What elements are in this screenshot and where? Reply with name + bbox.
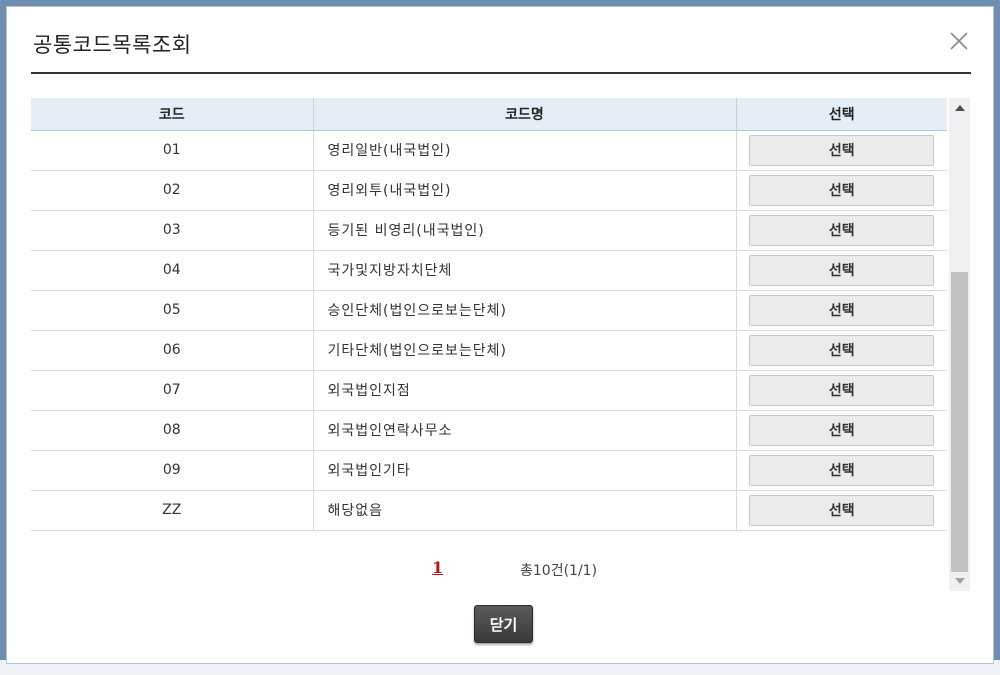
table-row: ZZ 해당없음 선택 <box>31 490 947 531</box>
table-row: 08 외국법인연락사무소 선택 <box>31 410 947 451</box>
column-header-select: 선택 <box>736 98 947 131</box>
cell-code: 08 <box>31 410 314 451</box>
cell-select: 선택 <box>736 170 947 211</box>
select-button[interactable]: 선택 <box>749 294 935 326</box>
select-button[interactable]: 선택 <box>749 254 935 286</box>
column-header-code-name: 코드명 <box>313 98 737 131</box>
scrollbar-thumb[interactable] <box>951 272 968 572</box>
cell-code: 06 <box>31 330 314 371</box>
cell-code: 02 <box>31 170 314 211</box>
cell-code-name: 외국법인지점 <box>313 370 737 411</box>
dialog-header: 공통코드목록조회 <box>31 7 971 74</box>
column-header-code: 코드 <box>31 98 314 131</box>
select-button[interactable]: 선택 <box>749 134 935 166</box>
close-icon[interactable] <box>947 29 971 53</box>
select-button[interactable]: 선택 <box>749 214 935 246</box>
cell-select: 선택 <box>736 130 947 171</box>
cell-select: 선택 <box>736 330 947 371</box>
cell-code: 04 <box>31 250 314 291</box>
cell-code-name: 영리일반(내국법인) <box>313 130 737 171</box>
select-button[interactable]: 선택 <box>749 454 935 486</box>
code-lookup-dialog: 공통코드목록조회 코드 코드명 선택 01 영리일반(내국법인) 선택 02 영리 <box>6 6 994 664</box>
table-row: 05 승인단체(법인으로보는단체) 선택 <box>31 290 947 331</box>
dialog-title: 공통코드목록조회 <box>33 33 192 57</box>
code-list-scroll-area: 코드 코드명 선택 01 영리일반(내국법인) 선택 02 영리외투(내국법인) 선택 03… <box>31 98 970 591</box>
cell-code-name: 외국법인연락사무소 <box>313 410 737 451</box>
cell-select: 선택 <box>736 250 947 291</box>
cell-code-name: 승인단체(법인으로보는단체) <box>313 290 737 331</box>
cell-code: 03 <box>31 210 314 251</box>
select-button[interactable]: 선택 <box>749 334 935 366</box>
select-button[interactable]: 선택 <box>749 374 935 406</box>
table-row: 01 영리일반(내국법인) 선택 <box>31 130 947 171</box>
cell-code-name: 기타단체(법인으로보는단체) <box>313 330 737 371</box>
select-button[interactable]: 선택 <box>749 174 935 206</box>
close-button[interactable]: 닫기 <box>474 605 533 643</box>
cell-select: 선택 <box>736 210 947 251</box>
table-row: 04 국가및지방자치단체 선택 <box>31 250 947 291</box>
cell-code: 01 <box>31 130 314 171</box>
total-count-text: 총10건(1/1) <box>520 563 598 579</box>
cell-code-name: 해당없음 <box>313 490 737 531</box>
table-row: 03 등기된 비영리(내국법인) 선택 <box>31 210 947 251</box>
table-row: 09 외국법인기타 선택 <box>31 450 947 491</box>
cell-select: 선택 <box>736 450 947 491</box>
cell-code: 07 <box>31 370 314 411</box>
page-link-current[interactable]: 1 <box>432 558 443 577</box>
cell-select: 선택 <box>736 370 947 411</box>
cell-code-name: 외국법인기타 <box>313 450 737 491</box>
cell-code-name: 국가및지방자치단체 <box>313 250 737 291</box>
scroll-up-arrow-icon[interactable] <box>949 98 970 118</box>
vertical-scrollbar[interactable] <box>949 98 970 591</box>
cell-select: 선택 <box>736 410 947 451</box>
cell-select: 선택 <box>736 290 947 331</box>
table-row: 02 영리외투(내국법인) 선택 <box>31 170 947 211</box>
table-body: 01 영리일반(내국법인) 선택 02 영리외투(내국법인) 선택 03 등기된 비영리(내국… <box>31 130 947 531</box>
table-row: 07 외국법인지점 선택 <box>31 370 947 411</box>
table-header-row: 코드 코드명 선택 <box>31 98 947 131</box>
cell-code: 09 <box>31 450 314 491</box>
pagination: 1 총10건(1/1) <box>31 550 947 580</box>
cell-code: 05 <box>31 290 314 331</box>
cell-select: 선택 <box>736 490 947 531</box>
cell-code-name: 등기된 비영리(내국법인) <box>313 210 737 251</box>
code-table: 코드 코드명 선택 01 영리일반(내국법인) 선택 02 영리외투(내국법인) 선택 03… <box>31 98 947 531</box>
select-button[interactable]: 선택 <box>749 414 935 446</box>
scroll-down-arrow-icon[interactable] <box>949 571 970 591</box>
cell-code-name: 영리외투(내국법인) <box>313 170 737 211</box>
select-button[interactable]: 선택 <box>749 494 935 526</box>
cell-code: ZZ <box>31 490 314 531</box>
table-row: 06 기타단체(법인으로보는단체) 선택 <box>31 330 947 371</box>
